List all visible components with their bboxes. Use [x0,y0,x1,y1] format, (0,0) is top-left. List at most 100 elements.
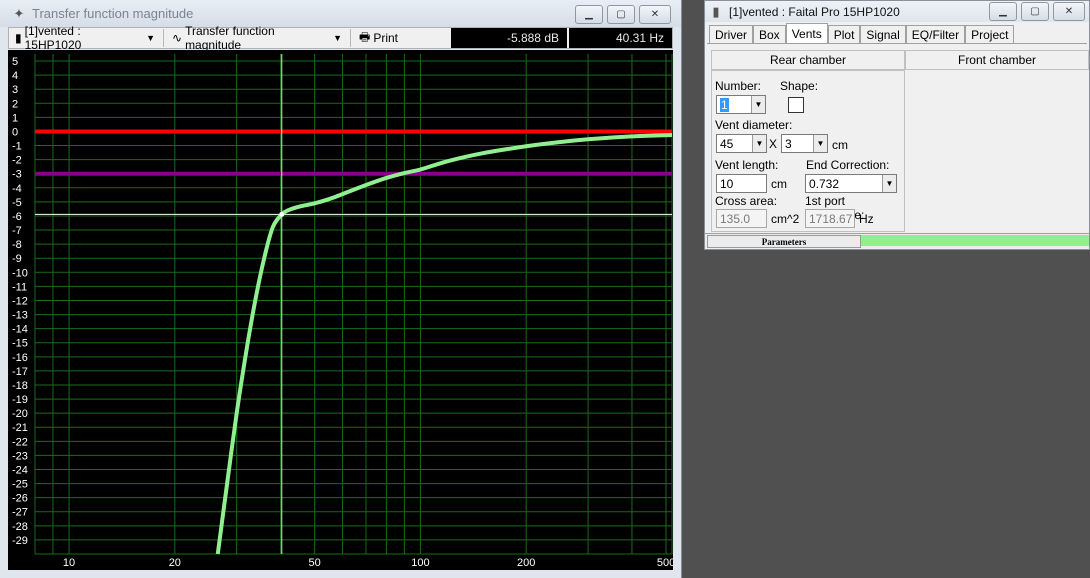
diameter-unit: cm [832,138,848,152]
tab-project[interactable]: Project [965,25,1015,44]
end-correction-label: End Correction: [806,158,890,172]
hz-readout: 40.31 Hz [569,28,672,48]
y-tick-label: -2 [12,155,22,167]
chevron-down-icon: ▼ [146,33,155,43]
y-tick-label: -7 [12,225,22,237]
transfer-function-plot[interactable]: 5 4 3 2 1 0 -1 -2 -3 -4 -5 -6 -7 -8 -9 -10 -11 -12 -13 -14-… [8,50,673,570]
port-resonance-value: 1718.67 [805,209,855,228]
y-tick-label: -29 [12,535,28,547]
shape-label: Shape: [780,79,819,93]
y-tick-label: -28 [12,521,28,533]
y-tick-label: 3 [12,84,18,96]
progress-bar [861,235,1089,246]
chevron-down-icon: ▼ [751,96,765,113]
y-tick-label: -24 [12,464,28,476]
y-tick-label: -12 [12,295,28,307]
y-tick-label: -18 [12,380,28,392]
y-tick-label: -15 [12,338,28,350]
y-tick-label: -1 [12,141,22,153]
chevron-down-icon: ▼ [882,175,896,192]
transfer-function-window: ✦ Transfer function magnitude ▁ ▢ ✕ ▮ [1… [0,0,682,578]
status-bar: Parameters [705,233,1089,248]
x-tick-label: 50 [309,557,321,569]
chevron-down-icon: ▼ [813,135,827,152]
chevron-down-icon: ▼ [333,33,342,43]
maximize-button[interactable]: ▢ [607,5,635,24]
times-label: X [769,137,778,151]
project-label: [1]vented : 15HP1020 [24,24,82,52]
title-bar[interactable]: ▮ [1]vented : Faital Pro 15HP1020 ▁ ▢ ✕ [705,1,1089,22]
window-title: Transfer function magnitude [32,6,194,21]
tab-driver[interactable]: Driver [709,25,753,44]
title-bar[interactable]: ✦ Transfer function magnitude ▁ ▢ ✕ [0,0,681,27]
y-tick-label: -9 [12,253,22,265]
y-tick-label: -16 [12,352,28,364]
vent-length-input[interactable]: 10 [716,174,767,193]
y-tick-label: 5 [12,56,18,68]
y-tick-label: -13 [12,310,28,322]
number-label: Number: [715,79,762,93]
close-button[interactable]: ✕ [639,5,671,24]
x-tick-label: 20 [169,557,181,569]
vent-diameter-input[interactable]: 45 ▼ [716,134,767,153]
cursor-marker [279,211,285,217]
y-tick-label: -26 [12,493,28,505]
length-unit: cm [771,177,787,191]
y-tick-label: -14 [12,324,28,336]
number-select[interactable]: 1 ▼ [716,95,766,114]
cross-area-value: 135.0 [716,209,767,228]
y-tick-label: -19 [12,394,28,406]
y-tick-label: 2 [12,98,18,110]
y-tick-label: -23 [12,450,28,462]
rear-chamber-panel: Number: 1 ▼ Shape: Vent diameter: 45 ▼ X… [711,70,905,232]
y-tick-label: -22 [12,436,28,448]
vent-length-label: Vent length: [715,158,779,172]
y-tick-label: -25 [12,479,28,491]
tab-strip: Driver Box Vents Plot Signal EQ/Filter P… [709,23,1015,44]
tab-eq-filter[interactable]: EQ/Filter [905,25,966,44]
vents-panel: Rear chamber Front chamber Number: 1 ▼ S… [707,43,1089,234]
y-tick-label: -10 [12,267,28,279]
y-tick-label: -20 [12,408,28,420]
front-chamber-button[interactable]: Front chamber [905,50,1089,70]
vent-diameter-label: Vent diameter: [715,118,793,132]
tab-plot[interactable]: Plot [827,25,861,44]
end-correction-select[interactable]: 0.732 ▼ [805,174,897,193]
y-tick-label: -6 [12,211,22,223]
rear-chamber-button[interactable]: Rear chamber [711,50,905,70]
transfer-function-curve [215,132,673,555]
y-tick-label: 4 [12,70,18,82]
y-tick-label: -4 [12,183,22,195]
tab-signal[interactable]: Signal [860,25,906,44]
close-button[interactable]: ✕ [1053,2,1085,21]
y-tick-label: -21 [12,422,28,434]
cross-area-unit: cm^2 [771,212,800,226]
tab-vents[interactable]: Vents [785,23,828,44]
crosshair-icon: ✦ [13,5,25,21]
minimize-button[interactable]: ▁ [575,5,603,24]
tab-box[interactable]: Box [753,25,786,44]
x-tick-label: 100 [411,557,429,569]
x-tick-label: 200 [517,557,535,569]
document-icon: ▮ [15,31,22,45]
shape-checkbox[interactable] [788,97,804,113]
minimize-button[interactable]: ▁ [989,2,1017,21]
view-dropdown[interactable]: ∿ Transfer function magnitude ▼ [166,24,348,52]
y-tick-label: -11 [12,281,27,293]
y-tick-label: -27 [12,507,28,519]
document-icon: ▮ [712,3,720,19]
driver-parameters-window: ▮ [1]vented : Faital Pro 15HP1020 ▁ ▢ ✕ … [704,0,1090,250]
printer-icon: 🖶 [359,29,371,44]
chart-svg: 543210-1-2-3-4-5-6-7-8-9-10-11-12-13-14-… [12,54,673,569]
vent-diameter-2-input[interactable]: 3 ▼ [781,134,828,153]
project-dropdown[interactable]: ▮ [1]vented : 15HP1020 ▼ [9,24,161,52]
port-resonance-unit: Hz [859,212,874,226]
maximize-button[interactable]: ▢ [1021,2,1049,21]
db-readout: -5.888 dB [451,28,567,48]
y-tick-label: -3 [12,169,22,181]
y-tick-label: -5 [12,197,22,209]
status-label: Parameters [707,235,861,248]
print-button[interactable]: 🖶 Print [353,28,404,48]
x-tick-label: 10 [63,557,75,569]
view-label: Transfer function magnitude [185,24,275,52]
